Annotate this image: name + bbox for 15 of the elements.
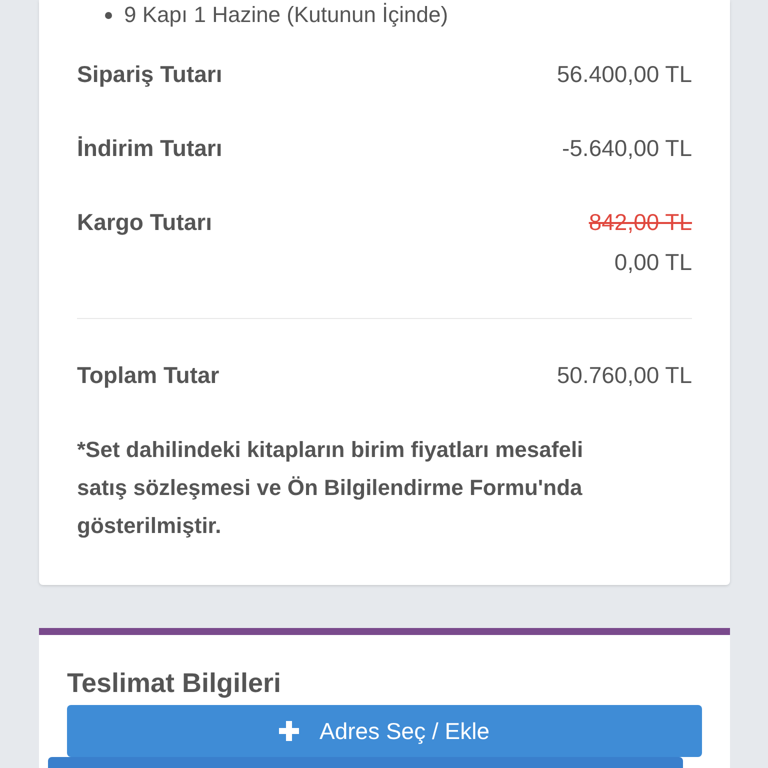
total-value: 50.760,00 TL	[556, 361, 692, 389]
summary-value: 0,00 TL	[614, 248, 692, 276]
summary-value: 56.400,00 TL	[556, 60, 692, 88]
plus-icon	[279, 721, 300, 741]
total-label: Toplam Tutar	[77, 361, 220, 389]
summary-label: Kargo Tutarı	[77, 208, 212, 236]
contents-item: 9 Kapı 1 Hazine (Kutunun İçinde)	[124, 4, 448, 26]
summary-label: İndirim Tutarı	[77, 134, 222, 162]
delivery-title: Teslimat Bilgileri	[67, 667, 282, 700]
bullet-icon	[105, 12, 112, 18]
summary-value: 842,00 TL	[588, 208, 692, 236]
price-note: *Set dahilindeki kitapların birim fiyatları mesafeli satış sözleşmesi ve Ön Bilgilendirme Formu'nda gösterilmiştir.	[77, 436, 584, 540]
add-address-button[interactable]: Adres Seç / Ekle	[67, 705, 702, 757]
summary-label: Sipariş Tutarı	[77, 60, 222, 88]
summary-value: -5.640,00 TL	[562, 134, 692, 162]
